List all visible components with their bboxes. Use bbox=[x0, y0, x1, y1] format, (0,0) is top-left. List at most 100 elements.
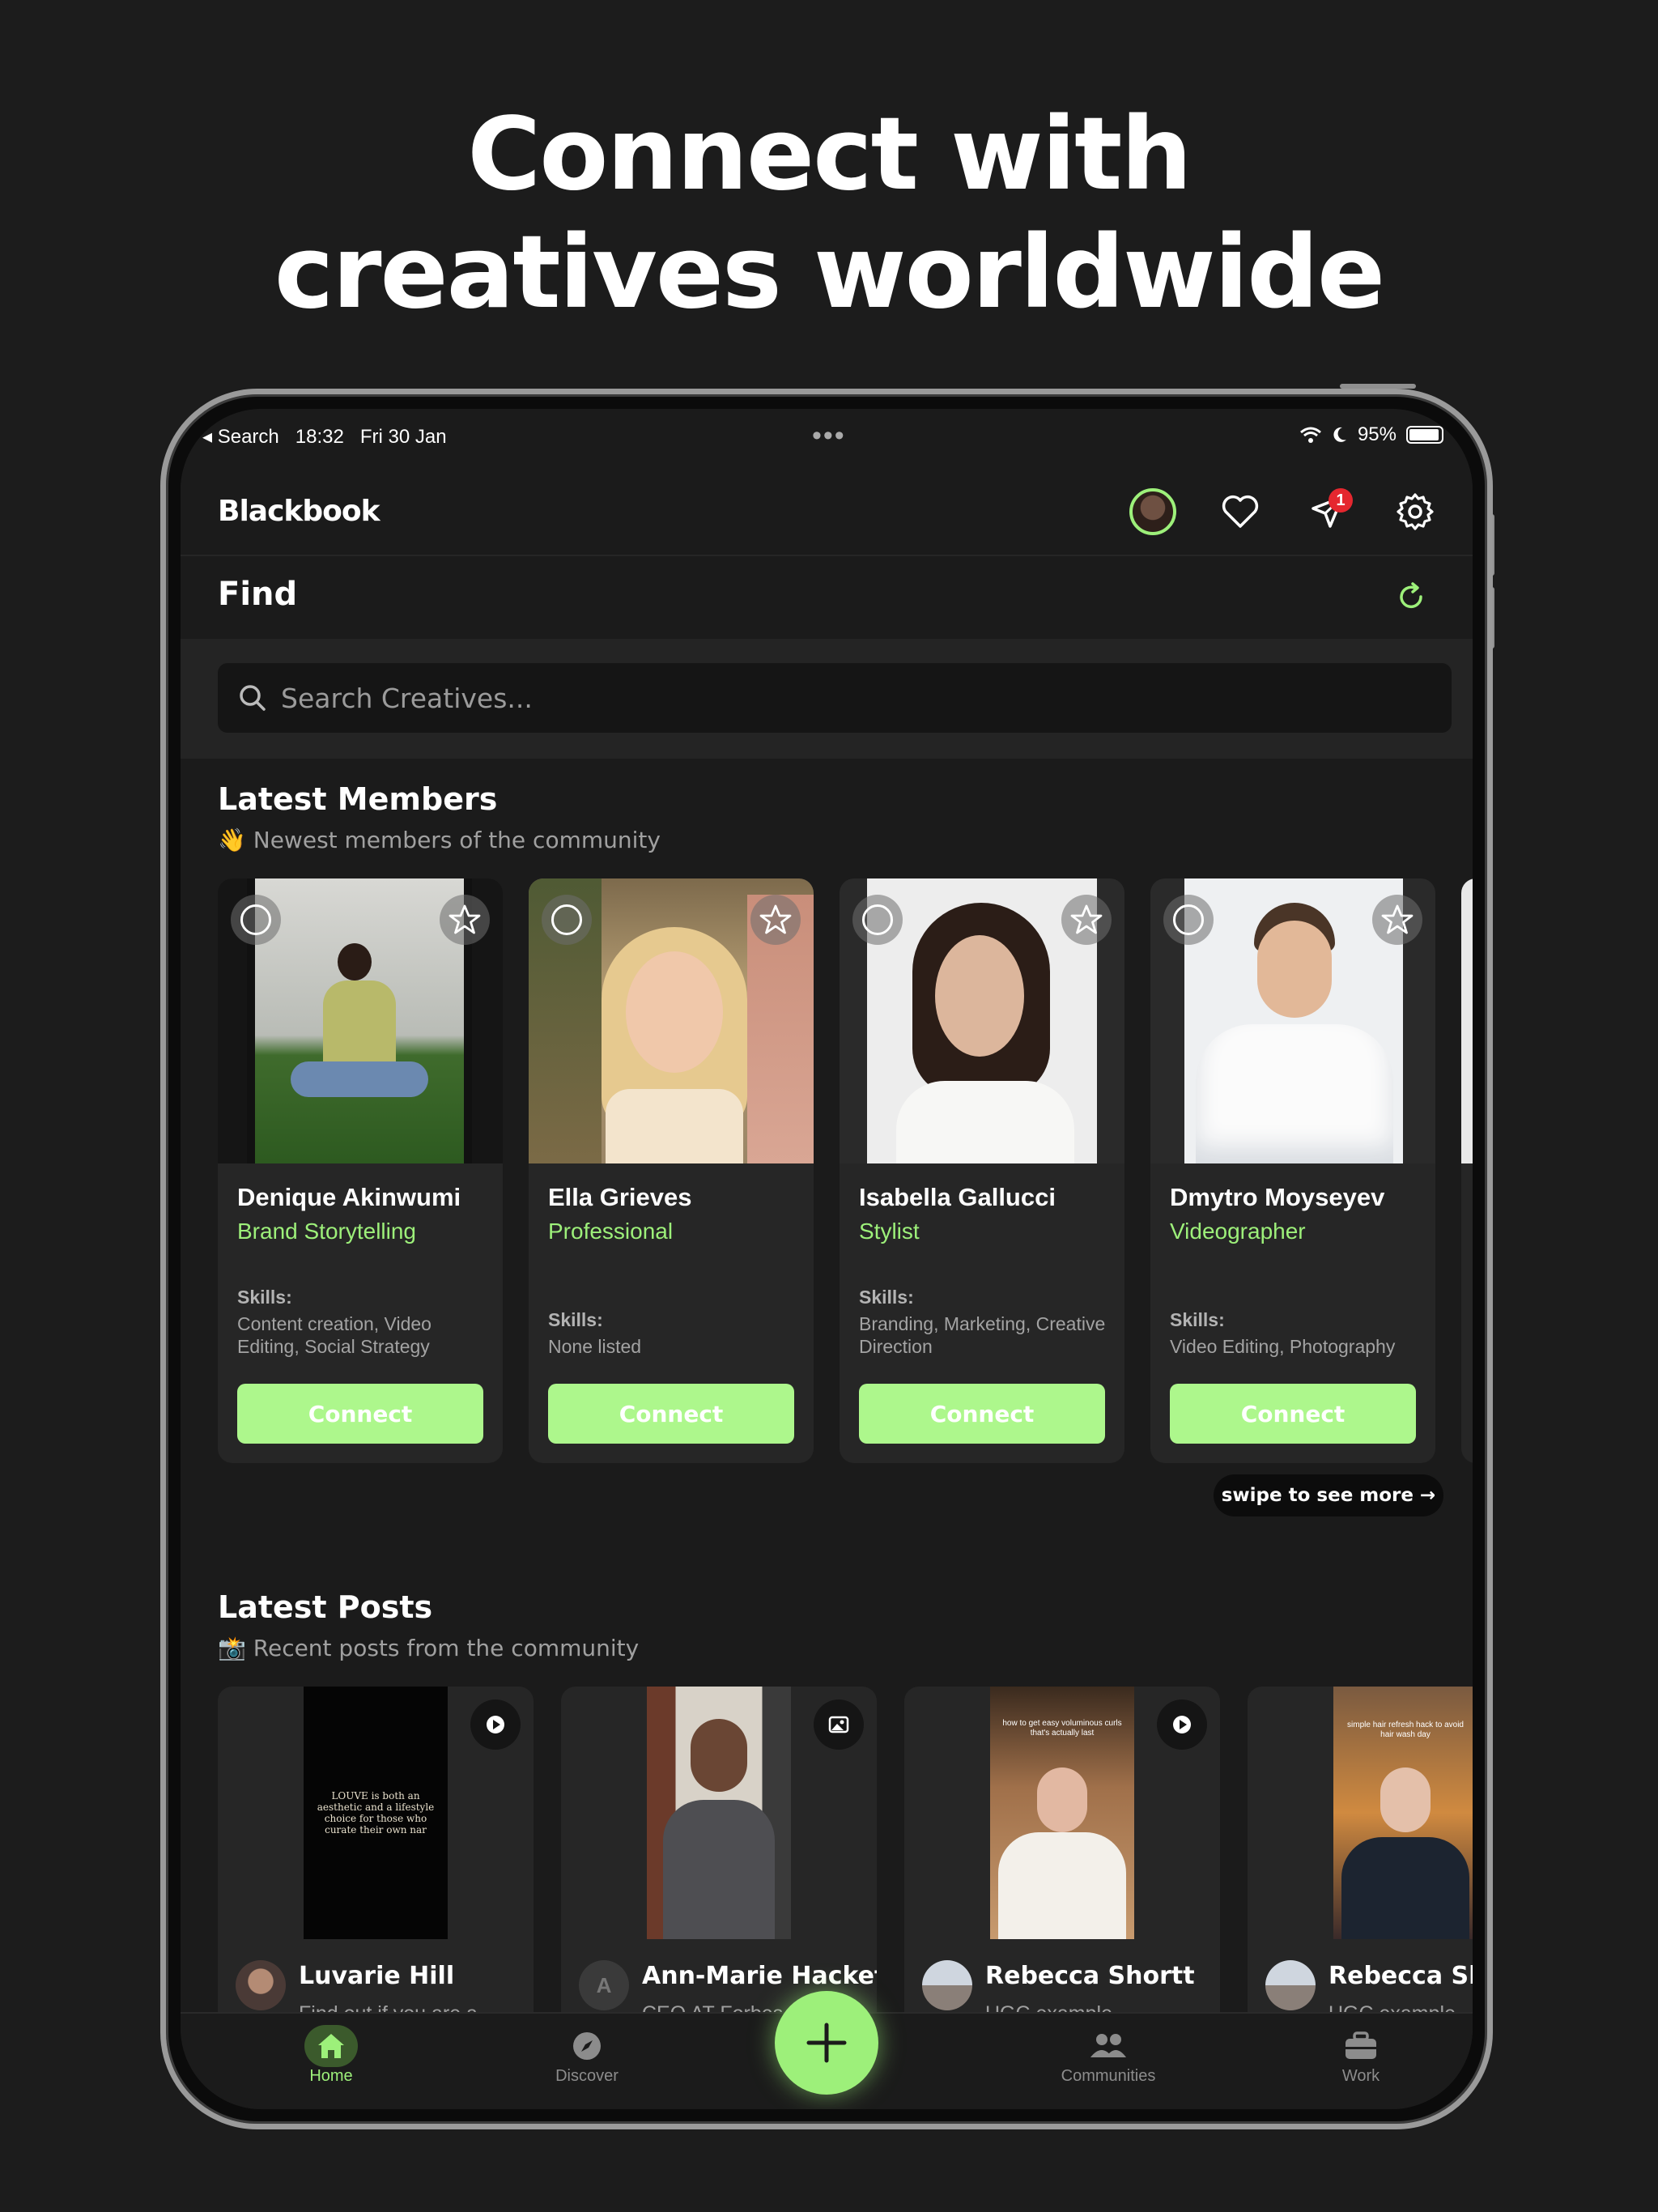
member-card[interactable]: Denique Akinwumi Brand Storytelling Skil… bbox=[218, 878, 503, 1463]
connect-button[interactable]: Connect bbox=[237, 1384, 483, 1444]
connect-button[interactable]: Connect bbox=[1170, 1384, 1416, 1444]
favorite-member-button[interactable] bbox=[750, 895, 801, 945]
thumbnail-caption: simple hair refresh hack to avoid hair w… bbox=[1347, 1721, 1464, 1739]
member-role: Professional bbox=[548, 1219, 674, 1244]
skills-label: Skills: bbox=[859, 1287, 914, 1308]
header-actions: 1 bbox=[1128, 487, 1440, 537]
post-author-avatar[interactable] bbox=[236, 1960, 286, 2010]
post-thumbnail: simple hair refresh hack to avoid hair w… bbox=[1333, 1687, 1473, 1939]
post-thumbnail: how to get easy voluminous curls that's … bbox=[990, 1687, 1134, 1939]
members-carousel[interactable]: Denique Akinwumi Brand Storytelling Skil… bbox=[218, 878, 1473, 1463]
image-icon bbox=[828, 1716, 849, 1733]
select-toggle[interactable] bbox=[1163, 895, 1214, 945]
avatar bbox=[1129, 488, 1176, 535]
tab-home[interactable]: Home bbox=[274, 2025, 388, 2086]
search-box[interactable] bbox=[218, 663, 1452, 733]
favorites-button[interactable] bbox=[1215, 487, 1265, 537]
member-name: Denique Akinwumi bbox=[237, 1183, 461, 1211]
member-skills: Video Editing, Photography bbox=[1170, 1336, 1396, 1357]
wifi-icon bbox=[1299, 427, 1321, 443]
connect-button[interactable]: Connect bbox=[548, 1384, 794, 1444]
search-input[interactable] bbox=[281, 663, 1414, 733]
skills-label: Skills: bbox=[237, 1287, 292, 1308]
moon-icon bbox=[1333, 427, 1346, 442]
member-skills: Content creation, Video Editing, Social … bbox=[237, 1313, 432, 1357]
tab-label: Communities bbox=[1061, 2067, 1156, 2085]
tablet-frame: ◂ Search 18:32 Fri 30 Jan ••• 95% Blackb… bbox=[160, 389, 1493, 2129]
post-author-name[interactable]: Rebecca Shortt bbox=[985, 1962, 1195, 1990]
post-card[interactable]: simple hair refresh hack to avoid hair w… bbox=[1248, 1687, 1473, 2059]
member-name: Isabella Gallucci bbox=[859, 1183, 1056, 1211]
messages-button[interactable]: 1 bbox=[1303, 487, 1353, 537]
multitask-dots-icon[interactable]: ••• bbox=[812, 420, 846, 452]
status-time: 18:32 bbox=[295, 425, 344, 448]
post-thumbnail bbox=[647, 1687, 791, 1939]
latest-posts-title: Latest Posts bbox=[218, 1589, 433, 1625]
find-title: Find bbox=[218, 576, 298, 613]
post-author-name[interactable]: Ann-Marie Hackett bbox=[642, 1962, 877, 1990]
video-icon bbox=[1173, 1716, 1191, 1733]
member-card[interactable]: Dmytro Moyseyev Videographer Skills: Vid… bbox=[1150, 878, 1435, 1463]
member-role: Brand Storytelling bbox=[237, 1219, 417, 1244]
star-icon bbox=[449, 904, 481, 934]
select-toggle[interactable] bbox=[542, 895, 592, 945]
people-icon bbox=[1090, 2034, 1126, 2057]
app-header: Blackbook 1 bbox=[181, 469, 1473, 556]
home-icon bbox=[318, 2034, 344, 2058]
thumbnail-caption: LOUVE is both an aesthetic and a lifesty… bbox=[317, 1790, 435, 1836]
tab-label: Discover bbox=[555, 2067, 619, 2085]
member-role: Stylist bbox=[859, 1219, 920, 1244]
headline-line-1: Connect with bbox=[467, 96, 1192, 213]
thumbnail-caption: how to get easy voluminous curls that's … bbox=[1002, 1719, 1122, 1738]
member-card[interactable]: Ella Grieves Professional Skills: None l… bbox=[529, 878, 814, 1463]
app-screen: ◂ Search 18:32 Fri 30 Jan ••• 95% Blackb… bbox=[181, 409, 1473, 2109]
post-author-name[interactable]: Rebecca Shor bbox=[1329, 1962, 1473, 1990]
latest-posts-subtitle: 📸 Recent posts from the community bbox=[218, 1635, 640, 1661]
member-skills: None listed bbox=[548, 1336, 642, 1357]
refresh-button[interactable] bbox=[1395, 581, 1427, 617]
briefcase-icon bbox=[1346, 2031, 1376, 2059]
post-card[interactable]: how to get easy voluminous curls that's … bbox=[904, 1687, 1220, 2059]
select-toggle[interactable] bbox=[852, 895, 903, 945]
post-card[interactable]: LOUVE is both an aesthetic and a lifesty… bbox=[218, 1687, 534, 2059]
latest-members-title: Latest Members bbox=[218, 781, 498, 817]
member-name: Ella Grieves bbox=[548, 1183, 692, 1211]
skills-label: Skills: bbox=[548, 1309, 603, 1330]
battery-icon bbox=[1406, 426, 1443, 444]
favorite-member-button[interactable] bbox=[1372, 895, 1422, 945]
tab-communities[interactable]: Communities bbox=[1044, 2025, 1173, 2086]
member-card-partial[interactable] bbox=[1461, 878, 1473, 1463]
favorite-member-button[interactable] bbox=[1061, 895, 1112, 945]
post-author-name[interactable]: Luvarie Hill bbox=[299, 1962, 454, 1990]
member-card[interactable]: Isabella Gallucci Stylist Skills: Brandi… bbox=[840, 878, 1124, 1463]
profile-avatar-button[interactable] bbox=[1128, 487, 1178, 537]
app-logo[interactable]: Blackbook bbox=[218, 495, 380, 528]
create-post-button[interactable] bbox=[775, 1991, 878, 2095]
star-icon bbox=[1381, 904, 1414, 934]
post-type-badge bbox=[1157, 1699, 1207, 1750]
member-name: Dmytro Moyseyev bbox=[1170, 1183, 1385, 1211]
back-to-search-link[interactable]: ◂ Search bbox=[202, 425, 279, 449]
favorite-member-button[interactable] bbox=[440, 895, 490, 945]
status-right: 95% bbox=[1299, 423, 1443, 446]
post-author-avatar[interactable] bbox=[1265, 1960, 1316, 2010]
settings-button[interactable] bbox=[1390, 487, 1440, 537]
member-role: Videographer bbox=[1170, 1219, 1306, 1244]
post-author-avatar[interactable] bbox=[922, 1960, 972, 2010]
search-section bbox=[181, 639, 1473, 759]
select-toggle[interactable] bbox=[231, 895, 281, 945]
star-icon bbox=[759, 904, 792, 934]
heart-icon bbox=[1222, 495, 1259, 528]
plus-icon bbox=[806, 2023, 847, 2063]
star-icon bbox=[1070, 904, 1103, 934]
connect-button[interactable]: Connect bbox=[859, 1384, 1105, 1444]
refresh-icon bbox=[1400, 582, 1422, 609]
tab-work[interactable]: Work bbox=[1304, 2025, 1418, 2086]
tab-discover[interactable]: Discover bbox=[530, 2025, 644, 2086]
battery-percent: 95% bbox=[1357, 423, 1397, 445]
status-date: Fri 30 Jan bbox=[359, 425, 447, 448]
headline: Connect with creatives worldwide bbox=[0, 96, 1658, 332]
find-header: Find bbox=[181, 556, 1473, 639]
post-author-avatar[interactable]: A bbox=[579, 1960, 629, 2010]
compass-icon bbox=[573, 2032, 601, 2060]
